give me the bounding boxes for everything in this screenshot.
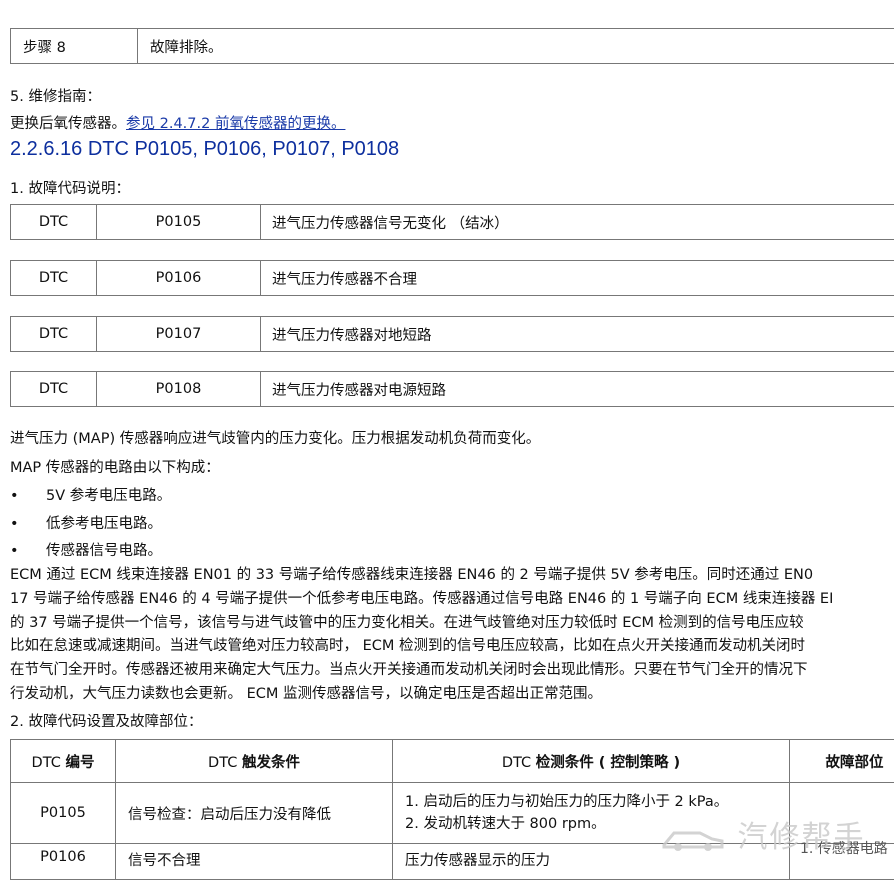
dtc-label: DTC (11, 261, 97, 296)
section5-body: 更换后氧传感器。参见 2.4.7.2 前氧传感器的更换。 (10, 112, 345, 133)
dtc-code: P0107 (97, 317, 261, 352)
paragraph-line: ECM 通过 ECM 线束连接器 EN01 的 33 号端子给传感器线束连接器 … (10, 564, 894, 588)
section5-title: 5. 维修指南： (10, 85, 101, 106)
replacement-link[interactable]: 参见 2.4.7.2 前氧传感器的更换。 (126, 116, 345, 132)
dtc-desc: 进气压力传感器对电源短路 (261, 372, 894, 407)
list-item: •低参考电压电路。 (10, 512, 162, 533)
list-item: •传感器信号电路。 (10, 539, 162, 560)
description-paragraph: ECM 通过 ECM 线束连接器 EN01 的 33 号端子给传感器线束连接器 … (10, 564, 894, 707)
dtc-table-p0108: DTC P0108 进气压力传感器对电源短路 (10, 371, 894, 407)
section1-title: 1. 故障代码说明： (10, 177, 130, 198)
dtc-table-p0105: DTC P0105 进气压力传感器信号无变化 （结冰） (10, 204, 894, 240)
bullet-text: 5V 参考电压电路。 (46, 488, 171, 504)
condition-line: 1. 启动后的压力与初始压力的压力降小于 2 kPa。 (405, 791, 789, 813)
list-item: •5V 参考电压电路。 (10, 484, 171, 505)
row-trigger: 信号不合理 (116, 844, 393, 880)
table-row: DTC P0106 进气压力传感器不合理 (11, 261, 894, 296)
dtc-desc: 进气压力传感器信号无变化 （结冰） (261, 205, 894, 240)
dtc-label: DTC (11, 317, 97, 352)
page-title: 2.2.6.16 DTC P0105, P0106, P0107, P0108 (10, 138, 399, 161)
bullet-marker: • (10, 543, 46, 559)
table-row: DTC P0107 进气压力传感器对地短路 (11, 317, 894, 352)
header-detection: DTC 检测条件 ( 控制策略 ) (393, 740, 790, 783)
paragraph-line: 行发动机，大气压力读数也会更新。 ECM 监测传感器信号，以确定电压是否超出正常… (10, 683, 894, 707)
bullet-marker: • (10, 488, 46, 504)
paragraph-line: 的 37 号端子提供一个信号，该信号与进气歧管中的压力变化相关。在进气歧管绝对压… (10, 612, 894, 636)
dtc-desc: 进气压力传感器对地短路 (261, 317, 894, 352)
dtc-code: P0108 (97, 372, 261, 407)
bullet-marker: • (10, 516, 46, 532)
dtc-label: DTC (11, 205, 97, 240)
step-label: 步骤 8 (11, 29, 138, 64)
dtc-table-p0106: DTC P0106 进气压力传感器不合理 (10, 260, 894, 296)
header-location: 故障部位 (790, 740, 894, 783)
dtc-desc: 进气压力传感器不合理 (261, 261, 894, 296)
watermark-text: 汽修帮手 (738, 820, 866, 855)
intro-line-1: 进气压力 (MAP) 传感器响应进气歧管内的压力变化。压力根据发动机负荷而变化。 (10, 427, 540, 448)
dtc-code: P0105 (97, 205, 261, 240)
paragraph-line: 17 号端子给传感器 EN46 的 4 号端子提供一个低参考电压电路。传感器通过… (10, 588, 894, 612)
bullet-text: 传感器信号电路。 (46, 543, 162, 559)
row-code: P0105 (11, 783, 116, 844)
table-row: DTC P0108 进气压力传感器对电源短路 (11, 372, 894, 407)
dtc-table-p0107: DTC P0107 进气压力传感器对地短路 (10, 316, 894, 352)
car-logo-icon (660, 825, 726, 853)
intro-line-2: MAP 传感器的电路由以下构成： (10, 456, 220, 477)
table-header-row: DTC 编号 DTC 触发条件 DTC 检测条件 ( 控制策略 ) 故障部位 (11, 740, 894, 783)
paragraph-line: 比如在怠速或减速期间。当进气歧管绝对压力较高时， ECM 检测到的信号电压应较高… (10, 635, 894, 659)
step-table: 步骤 8 故障排除。 (10, 28, 894, 64)
paragraph-line: 在节气门全开时。传感器还被用来确定大气压力。当点火开关接通而发动机关闭时会出现此… (10, 659, 894, 683)
table-row: 步骤 8 故障排除。 (11, 29, 894, 64)
section2-title: 2. 故障代码设置及故障部位： (10, 710, 202, 731)
header-dtc-number: DTC 编号 (11, 740, 116, 783)
table-row: DTC P0105 进气压力传感器信号无变化 （结冰） (11, 205, 894, 240)
section5-text: 更换后氧传感器。 (10, 116, 126, 132)
flowchart-arrow-fragment (40, 0, 110, 8)
row-trigger: 信号检查：启动后压力没有降低 (116, 783, 393, 844)
header-trigger: DTC 触发条件 (116, 740, 393, 783)
dtc-label: DTC (11, 372, 97, 407)
watermark: 汽修帮手 (660, 812, 866, 856)
dtc-code: P0106 (97, 261, 261, 296)
step-text: 故障排除。 (138, 29, 894, 64)
bullet-text: 低参考电压电路。 (46, 516, 162, 532)
row-code: P0106 (11, 844, 116, 880)
